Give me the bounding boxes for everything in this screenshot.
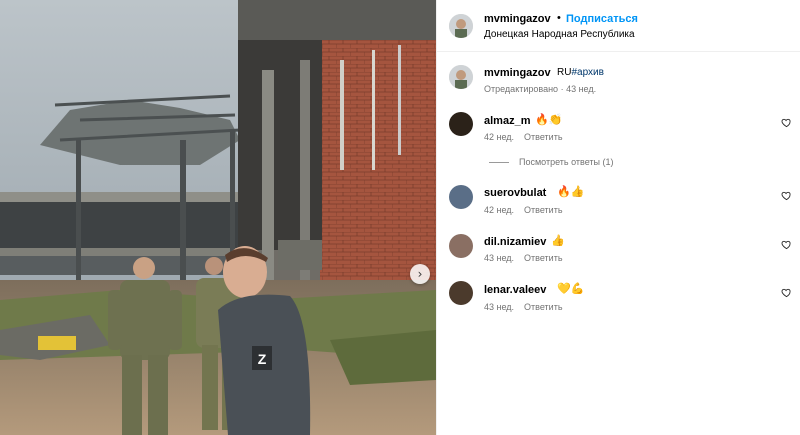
- comment-text: 🔥👍: [557, 186, 585, 198]
- photo-scene: Z: [0, 0, 436, 435]
- comment-meta: 43 нед. Ответить: [484, 302, 563, 312]
- caption-edited: Отредактировано: [484, 84, 559, 94]
- separator-dot: •: [557, 12, 561, 24]
- caption-username[interactable]: mvmingazov: [484, 67, 551, 79]
- view-replies-label: Посмотреть ответы (1): [519, 157, 614, 167]
- comment-text: 💛💪: [557, 283, 585, 295]
- comment-avatar[interactable]: [449, 112, 473, 136]
- svg-text:Z: Z: [258, 351, 267, 367]
- reply-button[interactable]: Ответить: [524, 205, 562, 215]
- chevron-right-icon: ›: [417, 267, 423, 281]
- comment-time[interactable]: 43 нед.: [484, 253, 514, 263]
- next-photo-button[interactable]: ›: [410, 264, 430, 284]
- comment-avatar[interactable]: [449, 281, 473, 305]
- comment-time[interactable]: 42 нед.: [484, 205, 514, 215]
- follow-button[interactable]: Подписаться: [566, 13, 638, 25]
- caption-lang: RU: [557, 67, 572, 78]
- caption-hashtag[interactable]: #архив: [571, 67, 603, 78]
- reply-button[interactable]: Ответить: [524, 253, 562, 263]
- comment-avatar[interactable]: [449, 185, 473, 209]
- post-sidebar: mvmingazov • Подписаться Донецкая Народн…: [436, 0, 800, 435]
- comment-username[interactable]: almaz_m: [484, 115, 530, 127]
- comment-time[interactable]: 43 нед.: [484, 302, 514, 312]
- caption-text: RU#архив: [557, 67, 604, 78]
- heart-outline-icon[interactable]: [781, 287, 792, 298]
- view-replies-button[interactable]: Посмотреть ответы (1): [489, 157, 614, 167]
- post-photo[interactable]: Z ›: [0, 0, 436, 435]
- heart-outline-icon[interactable]: [781, 239, 792, 250]
- heart-outline-icon[interactable]: [781, 117, 792, 128]
- replies-divider: [489, 161, 509, 163]
- comment-avatar[interactable]: [449, 234, 473, 258]
- comment-time[interactable]: 42 нед.: [484, 132, 514, 142]
- comment-username[interactable]: suerovbulat: [484, 187, 546, 199]
- heart-outline-icon[interactable]: [781, 190, 792, 201]
- caption-avatar[interactable]: [449, 65, 473, 89]
- author-avatar[interactable]: [449, 14, 473, 38]
- comment-meta: 42 нед. Ответить: [484, 132, 563, 142]
- post-dialog: Z › mvmingazov • Подписаться Донецкая На…: [0, 0, 800, 435]
- comment-text: 🔥👏: [535, 114, 563, 126]
- comment-meta: 42 нед. Ответить: [484, 205, 563, 215]
- comment-username[interactable]: lenar.valeev: [484, 284, 546, 296]
- reply-button[interactable]: Ответить: [524, 132, 562, 142]
- author-username[interactable]: mvmingazov: [484, 13, 551, 25]
- reply-button[interactable]: Ответить: [524, 302, 562, 312]
- comment-text: 👍: [551, 235, 565, 247]
- caption-time[interactable]: 43 нед.: [566, 84, 596, 94]
- comment-meta: 43 нед. Ответить: [484, 253, 563, 263]
- caption-meta: Отредактировано · 43 нед.: [484, 84, 597, 94]
- post-location[interactable]: Донецкая Народная Республика: [484, 29, 635, 40]
- comment-username[interactable]: dil.nizamiev: [484, 236, 546, 248]
- post-header: mvmingazov • Подписаться Донецкая Народн…: [437, 0, 800, 52]
